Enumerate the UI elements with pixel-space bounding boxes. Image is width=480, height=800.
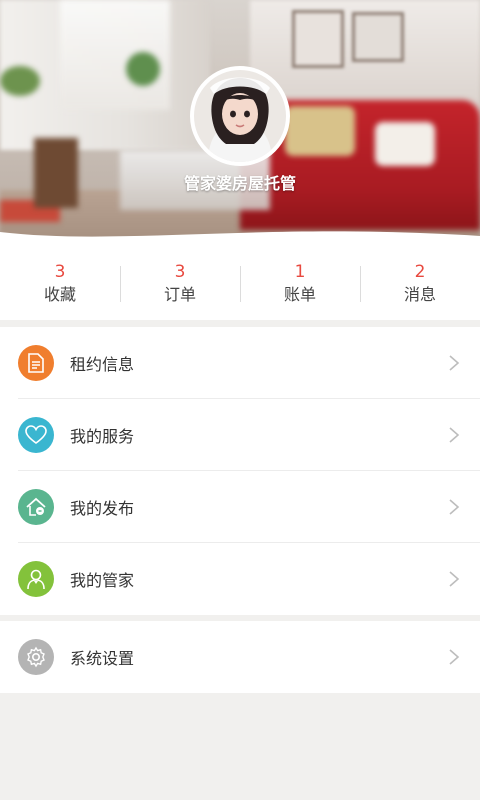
stat-count: 2: [414, 262, 426, 282]
menu-item-label: 我的发布: [70, 499, 135, 518]
page-title: 管家婆房屋托管: [183, 174, 296, 193]
avatar-image: [194, 70, 286, 162]
stat-bills[interactable]: 1 账单: [240, 248, 360, 320]
header-wave: [0, 231, 480, 248]
chevron-right-icon: [449, 427, 460, 443]
menu-item-label: 系统设置: [70, 649, 135, 668]
menu-item-label: 租约信息: [70, 355, 135, 374]
menu-item-my-posts[interactable]: 我的发布: [0, 471, 480, 543]
stat-label: 收藏: [43, 285, 76, 304]
stat-orders[interactable]: 3 订单: [120, 248, 240, 320]
stat-count: 3: [174, 262, 186, 282]
stat-label: 账单: [283, 285, 316, 304]
menu-list: 租约信息 我的服务 我的发布 我的管家: [0, 327, 480, 615]
stat-label: 订单: [163, 285, 196, 304]
menu-item-label: 我的服务: [70, 427, 135, 446]
chevron-right-icon: [449, 649, 460, 665]
stat-favorites[interactable]: 3 收藏: [0, 248, 120, 320]
document-icon: [18, 345, 54, 381]
stat-label: 消息: [403, 285, 436, 304]
menu-item-settings[interactable]: 系统设置: [0, 621, 480, 693]
stat-count: 1: [294, 262, 306, 282]
profile-header: 管家婆房屋托管: [0, 0, 480, 248]
menu-item-my-butler[interactable]: 我的管家: [0, 543, 480, 615]
butler-icon: [18, 561, 54, 597]
menu-item-label: 我的管家: [70, 571, 135, 590]
stat-count: 3: [54, 262, 66, 282]
menu-item-lease-info[interactable]: 租约信息: [0, 327, 480, 399]
chevron-right-icon: [449, 499, 460, 515]
stats-bar: 3 收藏 3 订单 1 账单 2 消息: [0, 248, 480, 320]
chevron-right-icon: [449, 571, 460, 587]
heart-icon: [18, 417, 54, 453]
menu-item-my-services[interactable]: 我的服务: [0, 399, 480, 471]
gear-icon: [18, 639, 54, 675]
house-icon: [18, 489, 54, 525]
avatar[interactable]: [190, 66, 290, 166]
settings-section: 系统设置: [0, 621, 480, 693]
stat-messages[interactable]: 2 消息: [360, 248, 480, 320]
chevron-right-icon: [449, 355, 460, 371]
